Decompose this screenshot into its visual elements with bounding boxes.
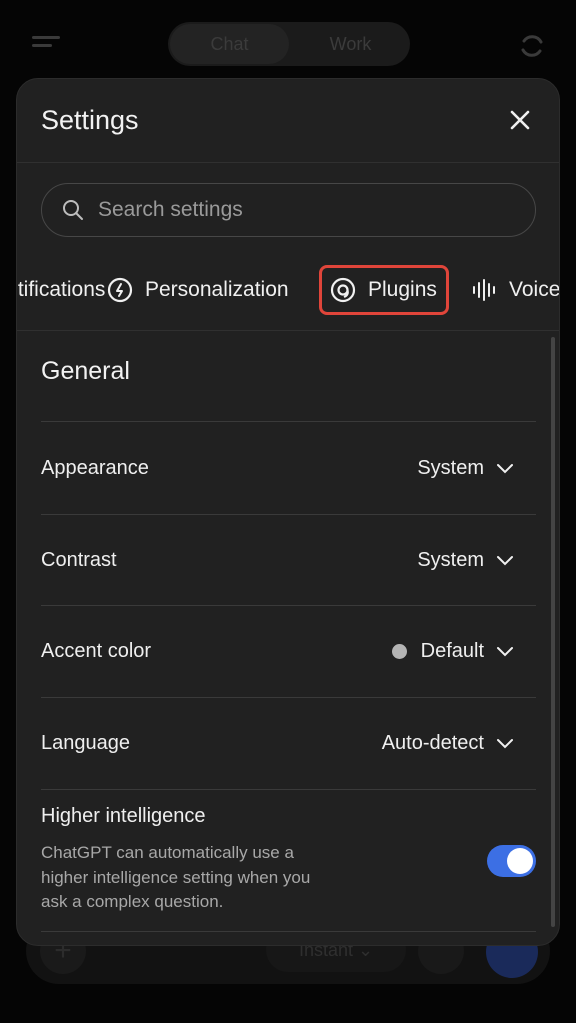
row-label: Language — [41, 732, 130, 754]
background-top-bar: Chat Work — [0, 22, 576, 66]
appearance-dropdown[interactable]: System — [417, 457, 514, 480]
settings-modal: Settings Notifications Personalization — [16, 78, 560, 946]
accent-color-swatch — [391, 644, 407, 659]
dropdown-value: Default — [420, 640, 484, 662]
divider — [41, 931, 536, 932]
close-icon — [510, 110, 530, 130]
tab-label: Notifications — [17, 278, 106, 301]
higher-intelligence-description: ChatGPT can automatically use a higher i… — [41, 843, 311, 911]
tab-notifications[interactable]: Notifications — [17, 265, 105, 315]
divider — [41, 421, 536, 422]
menu-icon — [32, 36, 60, 54]
tab-label: Voice — [509, 278, 560, 301]
personalization-icon — [107, 277, 133, 303]
divider — [41, 789, 536, 790]
tab-voice[interactable]: Voice — [471, 265, 560, 315]
row-label: Appearance — [41, 457, 149, 479]
tab-label: Plugins — [368, 278, 437, 301]
segment-work: Work — [329, 33, 372, 54]
language-dropdown[interactable]: Auto-detect — [382, 732, 514, 755]
chevron-down-icon — [497, 738, 513, 748]
settings-tabs: Notifications Personalization Plugins Vo… — [17, 249, 560, 331]
settings-title: Settings — [41, 105, 139, 135]
close-button[interactable] — [507, 107, 533, 133]
scrollbar[interactable] — [551, 337, 555, 927]
settings-header: Settings — [17, 79, 559, 163]
segment-chat: Chat — [170, 24, 289, 64]
dropdown-value: Auto-detect — [381, 732, 484, 754]
setting-row-appearance: Appearance System — [41, 423, 536, 514]
voice-waveform-icon — [473, 279, 495, 301]
settings-content: General Appearance System Contrast Syste… — [17, 331, 559, 945]
dropdown-value: System — [417, 549, 484, 571]
setting-row-accent-color: Accent color Default — [41, 606, 536, 697]
search-settings-field[interactable] — [41, 183, 536, 237]
chevron-down-icon — [497, 646, 513, 656]
chevron-down-icon — [497, 555, 513, 565]
tab-label: Personalization — [145, 278, 289, 301]
accent-color-dropdown[interactable]: Default — [391, 640, 514, 663]
search-icon — [63, 200, 83, 220]
search-input[interactable] — [98, 198, 478, 222]
row-label: Accent color — [41, 640, 152, 662]
refresh-icon — [521, 35, 543, 57]
setting-row-contrast: Contrast System — [41, 515, 536, 606]
chevron-down-icon — [497, 463, 513, 473]
toggle-knob — [507, 848, 533, 874]
tab-plugins[interactable]: Plugins — [319, 265, 449, 315]
section-title-general: General — [41, 357, 130, 385]
row-label: Contrast — [41, 549, 117, 571]
dropdown-value: System — [417, 457, 484, 479]
higher-intelligence-toggle[interactable] — [487, 845, 536, 877]
higher-intelligence-title: Higher intelligence — [41, 805, 206, 827]
plugins-icon — [330, 277, 356, 303]
mode-segmented-control: Chat Work — [168, 22, 410, 66]
setting-row-language: Language Auto-detect — [41, 698, 536, 789]
contrast-dropdown[interactable]: System — [417, 549, 514, 572]
tab-personalization[interactable]: Personalization — [107, 265, 289, 315]
